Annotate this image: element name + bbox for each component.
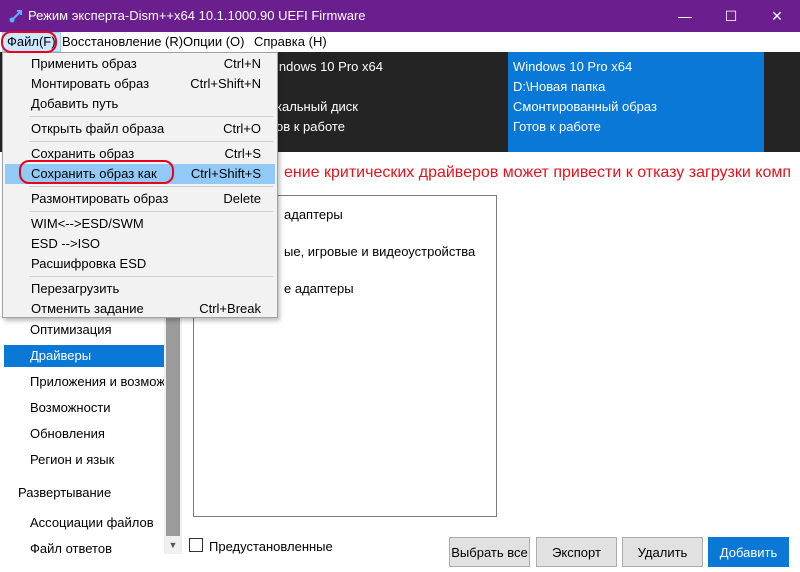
add-button[interactable]: Добавить <box>708 537 789 567</box>
sidebar-item-file-assoc[interactable]: Ассоциации файлов <box>4 512 164 534</box>
driver-category[interactable]: адаптеры <box>284 207 343 222</box>
menu-item-esd-iso[interactable]: ESD -->ISO <box>5 234 275 254</box>
image-panel-mounted[interactable]: Windows 10 Pro x64 D:\Новая папка Смонти… <box>508 52 764 152</box>
title-bar: Режим эксперта-Dism++x64 10.1.1000.90 UE… <box>0 0 800 32</box>
menu-item-open-image[interactable]: Открыть файл образа Ctrl+O <box>5 119 275 139</box>
menu-restore[interactable]: Восстановление (R) <box>58 32 187 52</box>
menu-item-unmount-image[interactable]: Размонтировать образ Delete <box>5 189 275 209</box>
menu-item-reload[interactable]: Перезагрузить <box>5 279 275 299</box>
sidebar-item-region[interactable]: Регион и язык <box>4 449 164 471</box>
delete-button[interactable]: Удалить <box>622 537 703 567</box>
menu-separator <box>29 211 273 212</box>
file-menu-dropdown: Применить образ Ctrl+N Монтировать образ C… <box>2 52 278 318</box>
maximize-button[interactable]: ☐ <box>708 0 754 32</box>
menu-separator <box>29 116 273 117</box>
menu-item-cancel-task[interactable]: Отменить задание Ctrl+Break <box>5 299 275 319</box>
menu-separator <box>29 186 273 187</box>
preinstalled-checkbox[interactable] <box>189 538 203 552</box>
sidebar-item-features[interactable]: Возможности <box>4 397 164 419</box>
panel-system-os: indows 10 Pro x64 <box>276 59 383 74</box>
window-title: Режим эксперта-Dism++x64 10.1.1000.90 UE… <box>28 8 366 23</box>
sidebar-item-updates[interactable]: Обновления <box>4 423 164 445</box>
close-button[interactable]: ✕ <box>754 0 800 32</box>
menu-item-wim-esd[interactable]: WIM<-->ESD/SWM <box>5 214 275 234</box>
menu-separator <box>29 276 273 277</box>
menu-item-decrypt-esd[interactable]: Расшифровка ESD <box>5 254 275 274</box>
panel-system-status: ов к работе <box>276 119 345 134</box>
menu-item-save-image-as[interactable]: Сохранить образ как Ctrl+Shift+S <box>5 164 275 184</box>
menu-help[interactable]: Справка (H) <box>250 32 331 52</box>
minimize-button[interactable]: — <box>662 0 708 32</box>
menu-file[interactable]: Файл(F) <box>2 32 61 52</box>
menu-item-save-image[interactable]: Сохранить образ Ctrl+S <box>5 144 275 164</box>
scroll-down-icon[interactable]: ▼ <box>164 536 182 554</box>
sidebar-group-deploy[interactable]: Развертывание <box>18 485 111 500</box>
export-button[interactable]: Экспорт <box>536 537 617 567</box>
sidebar-item-answer-file[interactable]: Файл ответов <box>4 538 164 560</box>
driver-category[interactable]: ые, игровые и видеоустройства <box>284 244 475 259</box>
driver-category[interactable]: е адаптеры <box>284 281 354 296</box>
sidebar-item-optimization[interactable]: Оптимизация <box>4 319 164 341</box>
panel-mounted-type: Смонтированный образ <box>513 99 657 114</box>
menu-bar: Файл(F) Восстановление (R) Опции (O) Спр… <box>0 32 800 52</box>
menu-item-add-path[interactable]: Добавить путь <box>5 94 275 114</box>
driver-warning: ение критических драйверов может привест… <box>284 164 791 181</box>
panel-mounted-path: D:\Новая папка <box>513 79 606 94</box>
select-all-button[interactable]: Выбрать все <box>449 537 530 567</box>
menu-item-mount-image[interactable]: Монтировать образ Ctrl+Shift+N <box>5 74 275 94</box>
app-icon <box>9 10 22 23</box>
menu-options[interactable]: Опции (O) <box>179 32 249 52</box>
panel-system-location: кальный диск <box>276 99 358 114</box>
image-panel-empty <box>764 52 800 152</box>
sidebar-item-apps[interactable]: Приложения и возможности <box>4 371 164 393</box>
menu-item-apply-image[interactable]: Применить образ Ctrl+N <box>5 54 275 74</box>
menu-separator <box>29 141 273 142</box>
panel-mounted-os: Windows 10 Pro x64 <box>513 59 633 74</box>
preinstalled-label: Предустановленные <box>209 539 333 554</box>
sidebar-item-drivers[interactable]: Драйверы <box>4 345 164 367</box>
panel-mounted-status: Готов к работе <box>513 119 601 134</box>
